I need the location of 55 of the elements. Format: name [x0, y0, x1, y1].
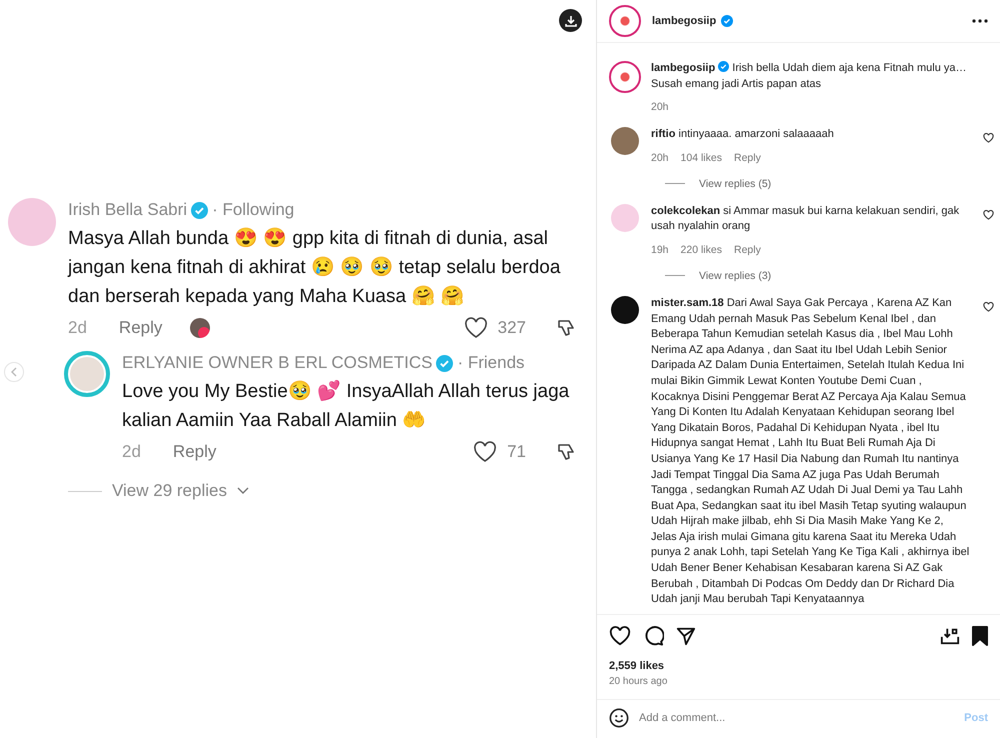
emoji-icon[interactable]: [609, 708, 629, 728]
comment-text: Love you My Bestie🥹 💕 InsyaAllah Allah terus jaga kalian Aamiin Yaa Raball Alamiin 🤲: [122, 379, 570, 433]
verified-icon: [436, 354, 454, 372]
like-count: 71: [507, 442, 526, 462]
comment-icon[interactable]: [643, 625, 664, 646]
creator-liked-avatar: [190, 318, 210, 338]
view-replies-link[interactable]: View replies (5): [699, 178, 772, 190]
post-time: 20 hours ago: [597, 674, 1000, 700]
relation-label: · Friends: [457, 353, 525, 373]
comment-time: 2d: [122, 442, 141, 462]
share-icon[interactable]: [676, 626, 696, 646]
comment-text: mister.sam.18 Dari Awal Saya Gak Percaya , Karena AZ Kan Emang Udah pernah Masuk Pas Sebelum Kenal Ibel , dan Beberapa Tahun Kemudian setelah Kasus dia , Ibel Mau Lohh Nerima AZ apa Adanya , dan Saat itu Ibel Udah Lebih Senior Daripada AZ Dalam Dunia Entertaimen, Setelah Itulah Kedua Ini mulai Bikin Gimmik Lewat Konten Youtube Demi Cuan , Kocaknya Disini Penggemar Berat AZ Percaya Aja Kalau Semua Yang Di Konten Itu Adalah Kenyataan Kehidupan seorang Ibel Yang Dikatain Boros, Padahal Di Kehidupan Nyata , ibel Itu Hidupnya sangat Hemat , Lahh Itu Buat Beli Rumah Aja Di Usianya Yang Ke 17 Hasil Dia Nabung dan Rumah Itu nantinya Jadi Tempat Tinggal Dia Sama AZ juga Pas Udah Berumah Tangga , sedangkan Rumah AZ Udah Di Jual Demi ya Tau Lahh Buat Apa, Sedangkan saat itu ibel Masih Tetap syuting walaupun Udah Hijrah make jilbab, ehh Si Dia Masih Make Yang Ke 2, Jelas Aja irish mulai Gimana gitu karena Saat itu Mereka Udah punya 2 anak Lohh, tapi Setelah Yang Ke Tiga Kali , akhirnya ibel Udah Bener Bener Kehabisan Kesabaran karena Si AZ Gak Berubah , Ditambah Di Podcas Om Deddy dan Dr Richard Dia Udah janji Mau berubah Tapi Kenyataannya: [651, 296, 970, 608]
avatar: [8, 198, 56, 246]
like-count[interactable]: 2,559 likes: [597, 652, 1000, 674]
verified-icon: [191, 202, 208, 218]
heart-icon[interactable]: [983, 133, 994, 144]
heart-icon[interactable]: [473, 441, 498, 463]
comment-time: 20h: [651, 152, 669, 164]
account-avatar[interactable]: [609, 61, 641, 93]
like-count: 327: [498, 318, 526, 338]
view-replies-link[interactable]: View 29 replies: [112, 481, 227, 501]
commenter-name: ERLYANIE OWNER B ERL COSMETICS: [122, 353, 432, 373]
download-icon[interactable]: [940, 626, 960, 646]
comment-text: colekcolekan si Ammar masuk bui karna kelakuan sendiri, gak usah nyalahin orang: [651, 204, 960, 234]
caption-time: 20h: [651, 101, 669, 114]
download-icon: [564, 14, 578, 28]
account-avatar[interactable]: [609, 5, 641, 37]
heart-icon[interactable]: [609, 626, 631, 646]
reply-link[interactable]: Reply: [734, 244, 761, 256]
reply-link[interactable]: Reply: [172, 442, 216, 462]
comment-time: 2d: [68, 318, 87, 338]
commenter-name: Irish Bella Sabri: [68, 200, 188, 220]
reply-link[interactable]: Reply: [734, 152, 761, 164]
account-name[interactable]: lambegosiip: [652, 15, 716, 27]
heart-icon[interactable]: [464, 317, 488, 339]
download-button[interactable]: [559, 9, 582, 32]
relation-label: · Following: [212, 200, 294, 220]
view-replies-link[interactable]: View replies (3): [699, 270, 772, 282]
like-count: 220 likes: [680, 244, 722, 256]
chevron-down-icon: [236, 487, 249, 495]
comment-time: 19h: [651, 244, 669, 256]
verified-icon: [721, 15, 734, 27]
comment-text: Masya Allah bunda 😍 😍 gpp kita di fitnah di dunia, asal jangan kena fitnah di akhirat 😢 🥹 🥹 tetap selalu berdoa dan berserah kepada yang Maha Kuasa 🤗 🤗: [68, 226, 562, 309]
more-options-icon[interactable]: [972, 19, 988, 23]
like-count: 104 likes: [680, 152, 722, 164]
comment-text: riftio intinyaaaa. amarzoni salaaaaah: [651, 127, 835, 142]
bookmark-icon[interactable]: [972, 626, 988, 646]
heart-icon[interactable]: [983, 302, 994, 312]
avatar[interactable]: [611, 296, 639, 324]
verified-icon: [718, 61, 730, 72]
avatar: [64, 351, 110, 397]
reply-link[interactable]: Reply: [118, 318, 162, 338]
caption-text: lambegosiip Irish bella Udah diem aja kena Fitnah mulu ya… Susah emang jadi Artis papan atas: [651, 61, 968, 92]
chevron-left-icon: [10, 367, 18, 377]
heart-icon[interactable]: [983, 210, 994, 220]
